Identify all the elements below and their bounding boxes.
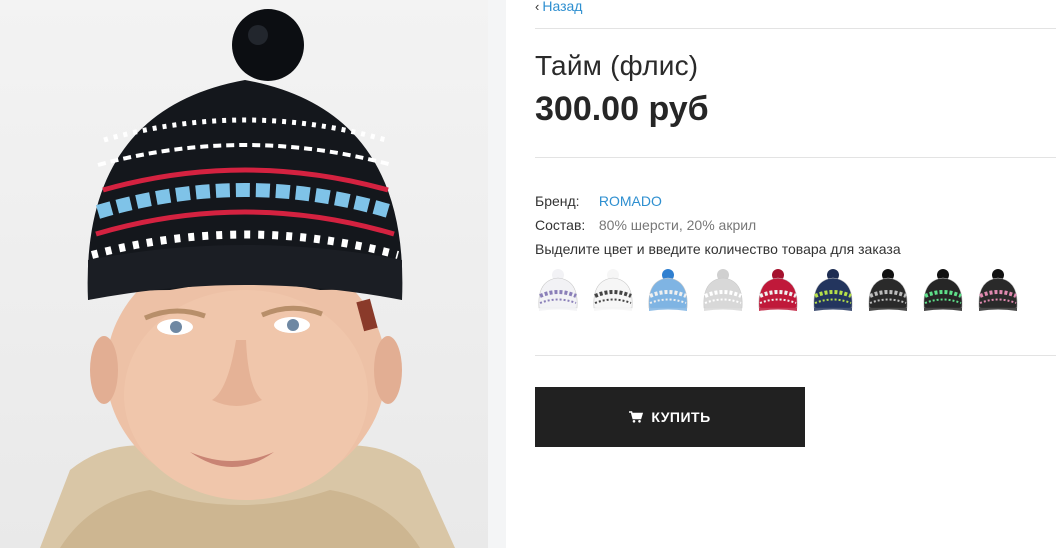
product-details: ‹ Назад Тайм (флис) 300.00 руб Бренд: RO… [535, 0, 1056, 548]
color-swatch-navy-lime[interactable] [810, 266, 856, 314]
variant-hint: Выделите цвет и введите количество товар… [535, 241, 901, 257]
color-swatch-red[interactable] [755, 266, 801, 314]
color-swatches [535, 266, 1021, 314]
color-swatch-black-green[interactable] [920, 266, 966, 314]
product-image [40, 9, 455, 548]
color-swatch-light-blue[interactable] [645, 266, 691, 314]
buy-button-label: КУПИТЬ [651, 409, 711, 425]
color-swatch-black-grey[interactable] [865, 266, 911, 314]
divider [535, 28, 1056, 29]
back-link-label: Назад [542, 0, 583, 14]
buy-button[interactable]: КУПИТЬ [535, 387, 805, 447]
property-brand: Бренд: ROMADO [535, 193, 662, 209]
color-swatch-white-black[interactable] [590, 266, 636, 314]
property-key: Бренд: [535, 193, 580, 209]
property-composition: Состав: 80% шерсти, 20% акрил [535, 217, 756, 233]
product-photo [0, 0, 488, 548]
image-gutter [488, 0, 506, 548]
divider [535, 157, 1056, 158]
product-price: 300.00 руб [535, 90, 709, 128]
divider [535, 355, 1056, 356]
back-link[interactable]: ‹ Назад [535, 0, 582, 14]
product-title: Тайм (флис) [535, 50, 699, 81]
brand-link[interactable]: ROMADO [599, 193, 662, 209]
color-swatch-black-pink[interactable] [975, 266, 1021, 314]
color-swatch-white-purple[interactable] [535, 266, 581, 314]
color-swatch-grey[interactable] [700, 266, 746, 314]
property-key: Состав: [535, 217, 586, 233]
chevron-left-icon: ‹ [535, 0, 540, 14]
property-value: 80% шерсти, 20% акрил [598, 217, 757, 233]
cart-icon [629, 411, 644, 423]
